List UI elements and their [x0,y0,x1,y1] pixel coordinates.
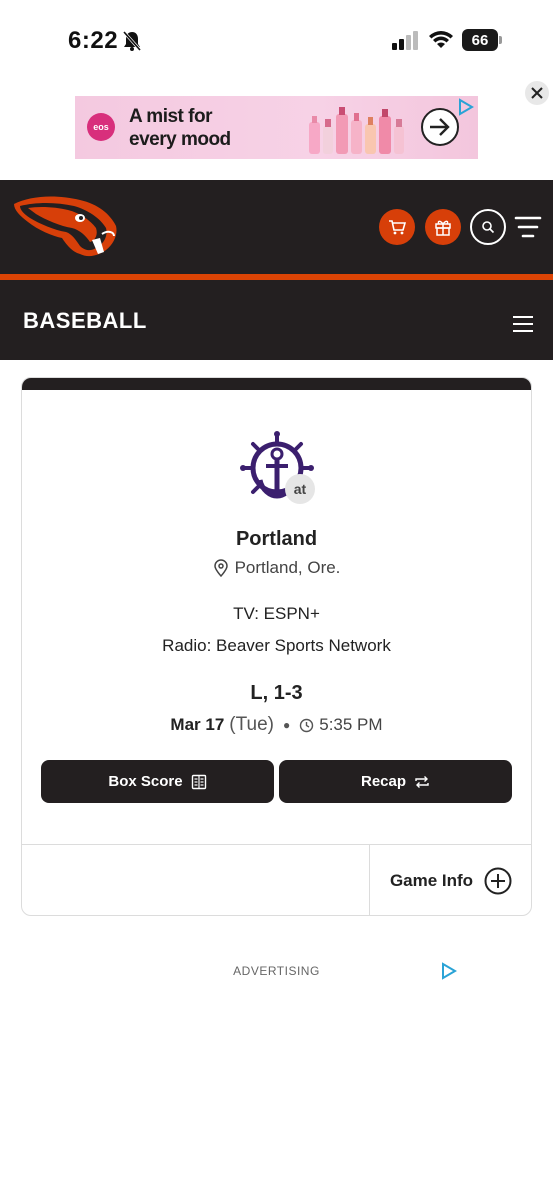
wifi-icon [429,31,453,48]
recap-button[interactable]: Recap [279,760,512,803]
tv-broadcast: TV: ESPN+ [233,604,320,623]
battery-indicator: 66 [462,29,502,51]
beavers-logo[interactable] [10,194,120,260]
box-score-icon [191,774,206,789]
status-time: 6:22 [68,27,119,54]
box-score-button[interactable]: Box Score [41,760,274,803]
game-location: Portland, Ore. [22,558,531,578]
battery-level: 66 [462,29,498,51]
at-badge: at [285,474,315,504]
gift-button[interactable] [425,209,461,245]
filter-menu-button[interactable] [514,214,542,240]
recap-label: Recap [360,773,407,790]
ad-choices-icon[interactable] [457,98,475,116]
ad-choices-icon[interactable] [440,962,458,980]
bell-off-icon [122,31,142,51]
cellular-signal-icon [392,31,418,50]
cart-icon [389,220,406,235]
status-bar: 6:22 66 [0,0,553,80]
search-icon [482,221,495,234]
game-info-toggle[interactable]: Game Info [370,845,531,915]
plus-circle-icon [484,867,512,895]
radio-broadcast: Radio: Beaver Sports Network [162,636,391,655]
gift-icon [435,220,451,236]
ad-brand-logo: eos [87,113,115,141]
game-datetime: Mar 17 (Tue) ● 5:35 PM [22,714,531,736]
separator-dot: ● [283,718,291,732]
battery-nub [499,36,502,44]
game-result: L, 1-3 [250,682,303,704]
card-top-bar [22,378,531,390]
hamburger-menu-icon[interactable] [512,315,534,333]
ad-product-image [309,107,404,154]
ad-arrow-button[interactable] [421,108,459,146]
game-info-label: Game Info [389,871,474,890]
ad-banner[interactable]: eos A mist for every mood [75,96,478,159]
game-date: Mar 17 [170,715,225,734]
box-score-label: Box Score [108,773,183,790]
ad-close-button[interactable] [525,81,549,105]
arrow-right-icon [430,118,450,136]
advertising-label: ADVERTISING [233,964,320,978]
ad-headline: A mist for every mood [129,106,231,150]
search-button[interactable] [470,209,506,245]
sport-title: BASEBALL [23,308,147,333]
cart-button[interactable] [379,209,415,245]
repeat-icon [415,775,429,788]
location-text: Portland, Ore. [234,558,341,577]
location-pin-icon [213,559,228,577]
game-time: 5:35 PM [319,715,383,734]
clock-icon [300,718,314,732]
sport-nav-bar: BASEBALL [0,280,553,360]
game-day: (Tue) [229,714,274,735]
close-icon [531,87,543,99]
game-card: at Portland Portland, Ore. TV: ESPN+ Rad… [21,377,532,916]
opponent-name[interactable]: Portland [22,528,531,551]
